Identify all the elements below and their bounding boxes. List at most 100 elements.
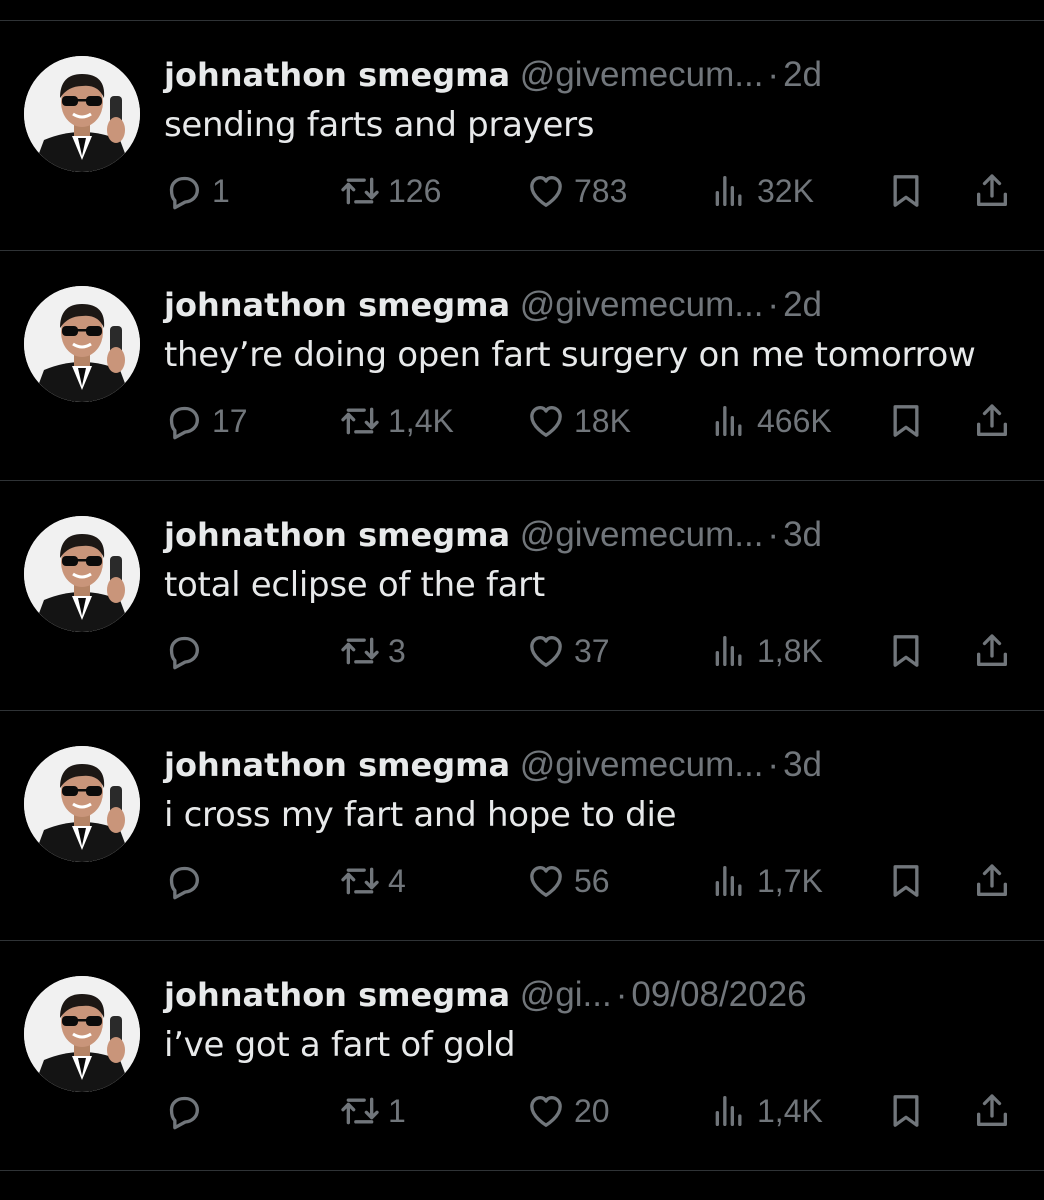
avatar[interactable] <box>24 746 140 862</box>
user-handle[interactable]: @givemecum... <box>520 285 764 324</box>
avatar[interactable] <box>24 56 140 172</box>
user-handle[interactable]: @givemecum... <box>520 55 764 94</box>
heart-icon <box>530 1096 562 1127</box>
retweet-button[interactable]: 126 <box>340 169 441 213</box>
retweet-button[interactable]: 4 <box>340 859 406 903</box>
share-button[interactable] <box>972 859 1012 903</box>
avatar-image <box>24 516 140 632</box>
reply-button[interactable]: 1 <box>164 169 230 213</box>
tweet-text: i cross my fart and hope to die <box>164 795 677 835</box>
tweet-header: johnathon smegma @givemecum... · 3d <box>164 513 1024 557</box>
reply-bubble-icon <box>169 866 199 900</box>
views-bar-chart-icon <box>715 866 742 896</box>
timestamp[interactable]: 3d <box>783 515 822 554</box>
views-button[interactable]: 466K <box>709 399 832 443</box>
retweet-button[interactable]: 3 <box>340 629 406 673</box>
retweet-button[interactable]: 1,4K <box>340 399 454 443</box>
timestamp[interactable]: 09/08/2026 <box>631 975 806 1014</box>
bookmark-icon <box>893 1095 919 1127</box>
tweet[interactable]: johnathon smegma @givemecum... · 3d total … <box>0 481 1044 711</box>
timestamp[interactable]: 3d <box>783 745 822 784</box>
action-bar: 3 37 1,8K <box>164 629 1024 673</box>
tweet-text: they’re doing open fart surgery on me to… <box>164 335 976 375</box>
tweet-text: total eclipse of the fart <box>164 565 545 605</box>
bookmark-button[interactable] <box>886 859 926 903</box>
display-name[interactable]: johnathon smegma <box>164 516 510 554</box>
tweet-header: johnathon smegma @givemecum... · 3d <box>164 743 1024 787</box>
reply-button[interactable] <box>164 629 212 673</box>
display-name[interactable]: johnathon smegma <box>164 976 510 1014</box>
reply-button[interactable] <box>164 1089 212 1133</box>
like-button[interactable]: 18K <box>526 399 631 443</box>
like-count: 20 <box>574 1092 610 1129</box>
share-upload-icon <box>977 864 1007 896</box>
share-button[interactable] <box>972 169 1012 213</box>
bookmark-button[interactable] <box>886 629 926 673</box>
like-button[interactable]: 56 <box>526 859 610 903</box>
views-button[interactable]: 1,8K <box>709 629 823 673</box>
views-button[interactable]: 1,7K <box>709 859 823 903</box>
action-bar: 17 1,4K 18K 466K <box>164 399 1024 443</box>
share-button[interactable] <box>972 399 1012 443</box>
timestamp[interactable]: 2d <box>783 55 822 94</box>
retweet-count: 3 <box>388 632 406 669</box>
tweet[interactable]: johnathon smegma @givemecum... · 3d i cros… <box>0 711 1044 941</box>
share-button[interactable] <box>972 1089 1012 1133</box>
views-button[interactable]: 32K <box>709 169 814 213</box>
view-count: 466K <box>757 402 832 439</box>
tweet-header: johnathon smegma @givemecum... · 2d <box>164 283 1024 327</box>
display-name[interactable]: johnathon smegma <box>164 746 510 784</box>
display-name[interactable]: johnathon smegma <box>164 56 510 94</box>
header-separator: · <box>767 55 780 94</box>
reply-button[interactable]: 17 <box>164 399 248 443</box>
retweet-icon <box>341 1097 379 1125</box>
retweet-count: 1 <box>388 1092 406 1129</box>
avatar[interactable] <box>24 976 140 1092</box>
share-button[interactable] <box>972 629 1012 673</box>
header-separator: · <box>767 285 780 324</box>
display-name[interactable]: johnathon smegma <box>164 286 510 324</box>
heart-icon <box>530 406 562 437</box>
reply-bubble-icon <box>169 176 199 210</box>
bookmark-button[interactable] <box>886 399 926 443</box>
share-upload-icon <box>977 1094 1007 1126</box>
share-upload-icon <box>977 404 1007 436</box>
header-separator: · <box>615 975 628 1014</box>
action-bar: 1 20 1,4K <box>164 1089 1024 1133</box>
reply-bubble-icon <box>169 1096 199 1130</box>
retweet-button[interactable]: 1 <box>340 1089 406 1133</box>
heart-icon <box>530 176 562 207</box>
user-handle[interactable]: @givemecum... <box>520 745 764 784</box>
bookmark-button[interactable] <box>886 1089 926 1133</box>
bookmark-icon <box>893 865 919 897</box>
reply-button[interactable] <box>164 859 212 903</box>
user-handle[interactable]: @givemecum... <box>520 515 764 554</box>
avatar[interactable] <box>24 286 140 402</box>
like-button[interactable]: 783 <box>526 169 627 213</box>
tweet[interactable]: johnathon smegma @gi... · 09/08/2026 i’ve … <box>0 941 1044 1171</box>
view-count: 1,4K <box>757 1092 823 1129</box>
retweet-count: 126 <box>388 172 442 209</box>
reply-bubble-icon <box>169 636 199 670</box>
tweet[interactable]: johnathon smegma @givemecum... · 2d they’r… <box>0 251 1044 481</box>
bookmark-button[interactable] <box>886 169 926 213</box>
view-count: 1,7K <box>757 862 823 899</box>
views-button[interactable]: 1,4K <box>709 1089 823 1133</box>
like-button[interactable]: 37 <box>526 629 610 673</box>
like-button[interactable]: 20 <box>526 1089 610 1133</box>
user-handle[interactable]: @gi... <box>520 975 612 1014</box>
timestamp[interactable]: 2d <box>783 285 822 324</box>
avatar[interactable] <box>24 516 140 632</box>
heart-icon <box>530 866 562 897</box>
tweet-text: i’ve got a fart of gold <box>164 1025 516 1065</box>
views-bar-chart-icon <box>715 636 742 666</box>
action-bar: 4 56 1,7K <box>164 859 1024 903</box>
action-bar: 1 126 783 32K <box>164 169 1024 213</box>
like-count: 18K <box>574 402 631 439</box>
bookmark-icon <box>893 175 919 207</box>
tweet-header: johnathon smegma @givemecum... · 2d <box>164 53 1024 97</box>
view-count: 32K <box>757 172 814 209</box>
like-count: 783 <box>574 172 628 209</box>
avatar-image <box>24 976 140 1092</box>
tweet[interactable]: johnathon smegma @givemecum... · 2d sendin… <box>0 21 1044 251</box>
